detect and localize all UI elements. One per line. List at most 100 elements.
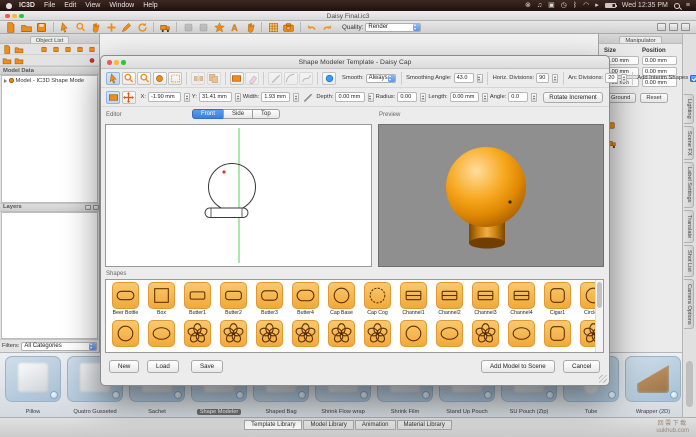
remove-layer-icon[interactable] xyxy=(93,205,99,210)
select-tool-icon[interactable] xyxy=(58,22,71,33)
shape-thumbnail-icon[interactable] xyxy=(436,320,463,347)
refresh-view-icon[interactable] xyxy=(136,22,149,33)
shape-flower[interactable] xyxy=(216,320,251,347)
smoothing-angle-field[interactable]: 43.0 xyxy=(454,73,474,83)
shape-thumbnail-icon[interactable] xyxy=(328,282,355,309)
left-icon-open-icon[interactable] xyxy=(14,45,24,54)
shape-ellipse[interactable] xyxy=(432,320,467,347)
width-field[interactable]: 1.93 mm xyxy=(261,92,290,102)
search-view-icon[interactable] xyxy=(681,23,690,31)
shape-thumbnail-icon[interactable] xyxy=(148,320,175,347)
stepper-icon[interactable] xyxy=(531,93,537,102)
left-icon-new-icon[interactable] xyxy=(2,45,12,54)
library-tab-model-library[interactable]: Model Library xyxy=(303,420,353,430)
side-tab-scene-fx[interactable]: Scene FX xyxy=(684,126,694,161)
snap-grid-icon[interactable] xyxy=(267,22,280,33)
shape-thumbnail-icon[interactable] xyxy=(328,320,355,347)
shape-circle[interactable] xyxy=(108,320,143,347)
shape-thumbnail-icon[interactable] xyxy=(220,320,247,347)
menu-file[interactable]: File xyxy=(44,2,55,9)
y-field[interactable]: 31.41 mm xyxy=(199,92,232,102)
align-tool-icon[interactable] xyxy=(182,22,195,33)
shape-thumbnail-icon[interactable] xyxy=(292,320,319,347)
spline-tool-button[interactable] xyxy=(299,72,313,85)
shape-cap-base[interactable]: Cap Base xyxy=(324,282,359,316)
edit-profile-icon[interactable] xyxy=(301,92,314,103)
transform-tool-icon[interactable] xyxy=(159,22,172,33)
shape-butter1[interactable]: Butter1 xyxy=(180,282,215,316)
save-button[interactable]: Save xyxy=(191,360,223,373)
undo-icon[interactable] xyxy=(305,22,318,33)
shape-channel3[interactable]: Channel3 xyxy=(468,282,503,316)
quality-select[interactable]: Render xyxy=(365,23,421,32)
center-view-tool-button[interactable] xyxy=(153,72,167,85)
zoom-tool-icon[interactable] xyxy=(74,22,87,33)
shape-flower[interactable] xyxy=(324,320,359,347)
input-menu-icon[interactable]: ▸ xyxy=(595,2,599,9)
zoom-in-tool-button[interactable] xyxy=(122,72,136,85)
model-tree[interactable]: Model - IC3D Shape Mode xyxy=(1,75,98,203)
shape-flower[interactable] xyxy=(360,320,395,347)
template-wrapper-2d-[interactable]: Wrapper (2D) xyxy=(624,356,682,414)
record-indicator-icon[interactable] xyxy=(87,56,97,65)
shape-fill-tool-button[interactable] xyxy=(106,91,120,104)
menu-ic3d[interactable]: IC3D xyxy=(19,2,35,9)
rotate-increment-button[interactable]: Rotate Increment xyxy=(543,92,602,103)
shape-cap-cog[interactable]: Cap Cog xyxy=(360,282,395,316)
preview-viewport[interactable] xyxy=(378,124,604,267)
select-tool-button[interactable] xyxy=(106,72,120,85)
left-icon-5-icon[interactable] xyxy=(87,45,97,54)
side-tab-camera-options[interactable]: Camera Options xyxy=(684,279,694,330)
camera-tool-icon[interactable] xyxy=(282,22,295,33)
tab-object-list[interactable]: Object List xyxy=(30,36,69,44)
save-file-icon[interactable] xyxy=(35,22,48,33)
stepper-icon[interactable] xyxy=(420,93,426,102)
menu-help[interactable]: Help xyxy=(143,2,157,9)
shape-ellipse[interactable] xyxy=(504,320,539,347)
scrollbar-thumb[interactable] xyxy=(686,361,693,407)
grab-tool-icon[interactable] xyxy=(244,22,257,33)
stepper-icon[interactable] xyxy=(482,93,488,102)
rect-shape-tool-button[interactable] xyxy=(230,72,244,85)
left-icon-2-icon[interactable] xyxy=(51,45,61,54)
shape-thumbnail-icon[interactable] xyxy=(436,282,463,309)
shapes-scrollbar[interactable] xyxy=(595,280,603,352)
menu-view[interactable]: View xyxy=(85,2,100,9)
menu-clock[interactable]: Wed 12:35 PM xyxy=(622,2,668,9)
shape-thumbnail-icon[interactable] xyxy=(220,282,247,309)
filters-select[interactable]: All Categories xyxy=(21,342,97,351)
fit-view-tool-button[interactable] xyxy=(168,72,182,85)
stepper-icon[interactable] xyxy=(552,74,558,83)
stepper-icon[interactable] xyxy=(235,93,241,102)
shape-channel2[interactable]: Channel2 xyxy=(432,282,467,316)
shape-thumbnail-icon[interactable] xyxy=(112,282,139,309)
erase-tool-button[interactable] xyxy=(245,72,259,85)
reset-button[interactable]: Reset xyxy=(640,93,667,103)
view-tab-front[interactable]: Front xyxy=(192,109,224,119)
library-tab-template-library[interactable]: Template Library xyxy=(244,420,302,430)
editor-canvas[interactable] xyxy=(105,124,372,267)
library-tab-animation[interactable]: Animation xyxy=(355,420,396,430)
shape-butter3[interactable]: Butter3 xyxy=(252,282,287,316)
bluetooth-icon[interactable]: ᛒ xyxy=(573,2,577,9)
depth-field[interactable]: 0.00 mm xyxy=(335,92,364,102)
shape-thumbnail-icon[interactable] xyxy=(400,282,427,309)
shape-thumbnail-icon[interactable] xyxy=(256,282,283,309)
shape-thumbnail-icon[interactable] xyxy=(292,282,319,309)
mirror-tool-button[interactable] xyxy=(191,72,205,85)
arc-tool-button[interactable] xyxy=(284,72,298,85)
wifi-icon[interactable]: ◠ xyxy=(583,2,589,9)
left-folder-1-icon[interactable] xyxy=(2,56,12,65)
side-tab-lighting[interactable]: Lighting xyxy=(684,94,694,124)
side-tab-label-settings[interactable]: Label Settings xyxy=(684,162,694,207)
shape-channel4[interactable]: Channel4 xyxy=(504,282,539,316)
pan-tool-icon[interactable] xyxy=(89,22,102,33)
angle-field[interactable]: 0.0 xyxy=(508,92,528,102)
side-tab-shot-list[interactable]: Shot List xyxy=(684,245,694,277)
stepper-icon[interactable] xyxy=(368,93,374,102)
shape-thumbnail-icon[interactable] xyxy=(184,282,211,309)
shape-butter4[interactable]: Butter4 xyxy=(288,282,323,316)
duplicate-tool-button[interactable] xyxy=(207,72,221,85)
shape-circle[interactable] xyxy=(396,320,431,347)
left-icon-3-icon[interactable] xyxy=(63,45,73,54)
